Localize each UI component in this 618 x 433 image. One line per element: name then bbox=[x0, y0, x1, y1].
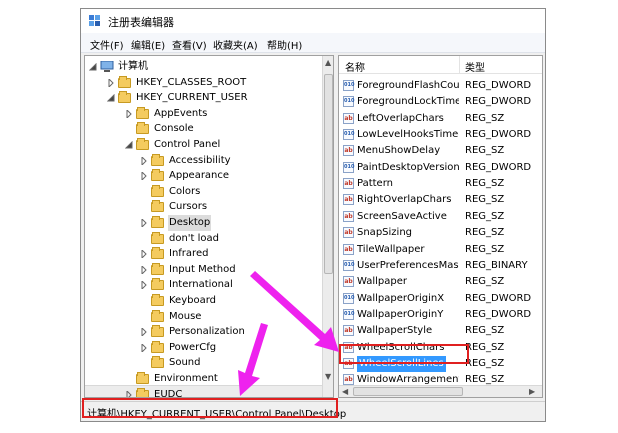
annotation-arrows bbox=[238, 271, 339, 396]
arrow-to-statusbar-icon bbox=[238, 323, 268, 396]
arrow-to-value-icon bbox=[250, 271, 339, 352]
